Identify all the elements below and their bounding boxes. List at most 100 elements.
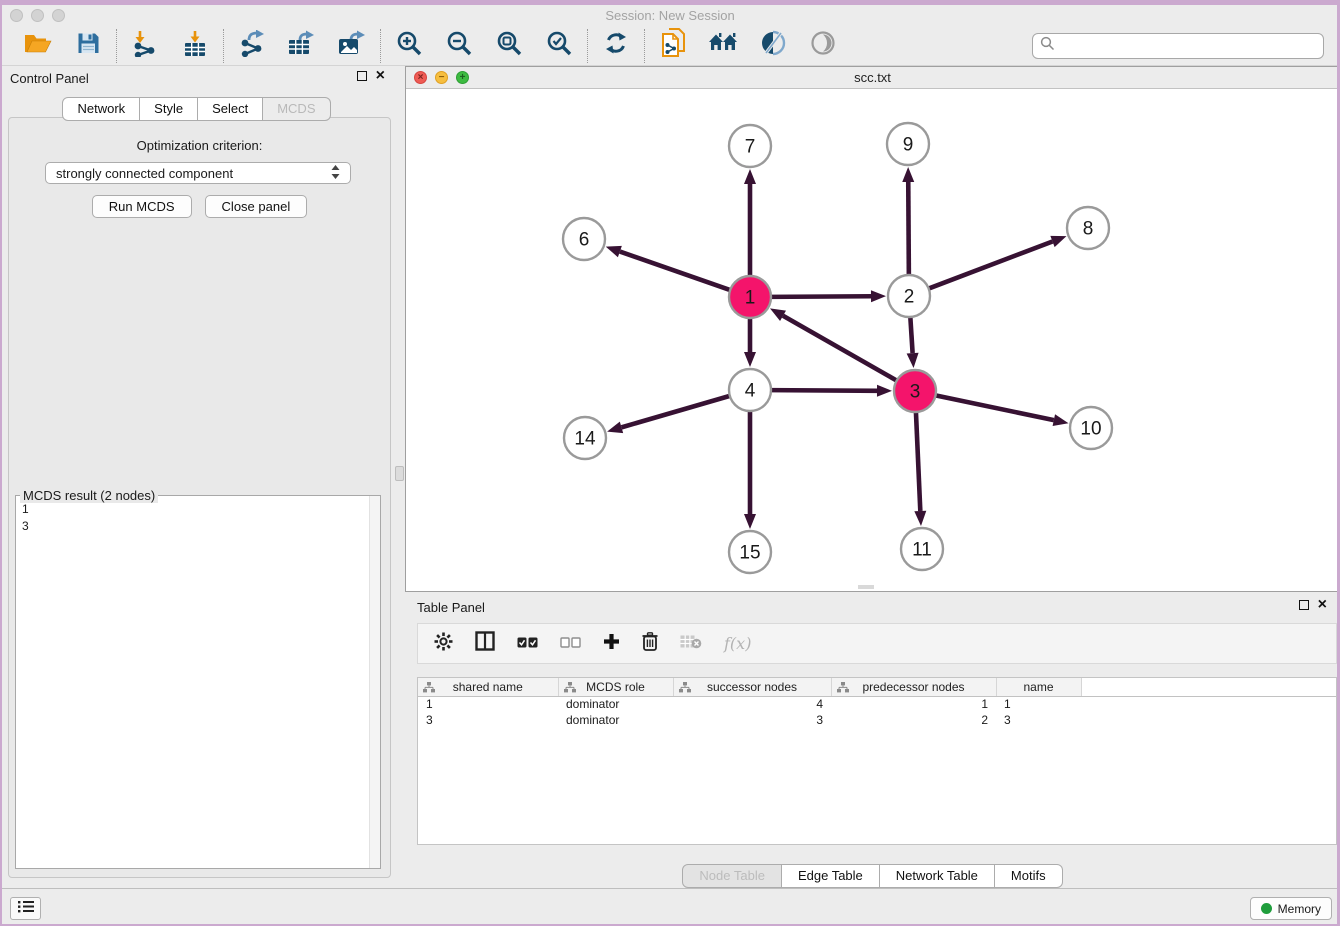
close-view-button[interactable]: × — [414, 71, 427, 84]
table-cell[interactable]: 4 — [673, 696, 831, 712]
tab-network-table[interactable]: Network Table — [880, 864, 995, 888]
table-row[interactable]: 1dominator411 — [418, 696, 1336, 712]
export-table-button[interactable] — [287, 31, 317, 61]
graph-edge-1-2[interactable] — [771, 296, 871, 297]
zoom-out-button[interactable] — [444, 31, 474, 61]
trash-icon — [642, 632, 658, 656]
graph-node-label: 3 — [910, 382, 921, 403]
canvas-scrollbar-nub[interactable] — [858, 585, 874, 589]
column-header-successor-nodes[interactable]: successor nodes — [673, 678, 831, 696]
control-panel: Control Panel × Network Style Select MCD… — [0, 66, 393, 888]
export-network-button[interactable] — [237, 31, 267, 61]
graph-node-label: 8 — [1083, 219, 1094, 240]
close-panel-icon[interactable]: × — [376, 71, 385, 81]
graph-edge-4-14[interactable] — [621, 396, 729, 428]
delete-table-button[interactable] — [680, 633, 702, 655]
table-cell[interactable]: dominator — [558, 696, 673, 712]
add-column-button[interactable] — [603, 633, 620, 655]
maximize-view-button[interactable]: + — [456, 71, 469, 84]
window-title: Session: New Session — [0, 5, 1340, 26]
float-panel-icon[interactable] — [1299, 600, 1309, 610]
tab-style[interactable]: Style — [140, 97, 198, 121]
zoom-fit-button[interactable] — [494, 31, 524, 61]
zoom-window-button[interactable] — [52, 9, 65, 22]
function-builder-button[interactable]: f(x) — [724, 633, 751, 655]
tab-network[interactable]: Network — [62, 97, 140, 121]
toggle-visibility-button[interactable] — [808, 31, 838, 61]
refresh-layout-button[interactable] — [601, 31, 631, 61]
deselect-all-columns-button[interactable] — [560, 633, 581, 655]
network-window-titlebar[interactable]: × − + scc.txt — [406, 67, 1339, 89]
graph-edge-2-8[interactable] — [929, 241, 1053, 288]
table-cell[interactable]: 1 — [996, 696, 1081, 712]
table-cell[interactable]: 3 — [673, 712, 831, 728]
hierarchy-icon — [564, 682, 576, 696]
minimize-window-button[interactable] — [31, 9, 44, 22]
save-session-button[interactable] — [73, 31, 103, 61]
zoom-selected-button[interactable] — [544, 31, 574, 61]
mcds-result-text[interactable]: 13 — [17, 497, 368, 867]
graph-node-label: 10 — [1080, 419, 1101, 440]
tab-select[interactable]: Select — [198, 97, 263, 121]
graph-edge-1-6[interactable] — [620, 252, 730, 291]
table-cell[interactable]: 3 — [418, 712, 558, 728]
table-cell[interactable]: 3 — [996, 712, 1081, 728]
close-panel-icon[interactable]: × — [1318, 600, 1327, 610]
task-history-button[interactable] — [10, 897, 41, 920]
close-panel-button[interactable]: Close panel — [205, 195, 308, 218]
toggle-style-button[interactable] — [758, 31, 788, 61]
graph-edge-3-10[interactable] — [936, 395, 1054, 420]
graph-edge-2-3[interactable] — [910, 317, 912, 353]
open-session-button[interactable] — [23, 31, 53, 61]
tab-edge-table[interactable]: Edge Table — [782, 864, 880, 888]
split-view-icon — [475, 631, 495, 656]
float-panel-icon[interactable] — [357, 71, 367, 81]
zoom-in-button[interactable] — [394, 31, 424, 61]
show-networks-home-button[interactable] — [708, 31, 738, 61]
minimize-view-button[interactable]: − — [435, 71, 448, 84]
import-table-button[interactable] — [180, 31, 210, 61]
tab-mcds[interactable]: MCDS — [263, 97, 330, 121]
table-row[interactable]: 3dominator323 — [418, 712, 1336, 728]
table-cell[interactable]: dominator — [558, 712, 673, 728]
export-image-button[interactable] — [337, 31, 367, 61]
tab-node-table[interactable]: Node Table — [682, 864, 782, 888]
main-toolbar — [0, 26, 1340, 66]
column-header-shared-name[interactable]: shared name — [418, 678, 558, 696]
close-window-button[interactable] — [10, 9, 23, 22]
import-network-icon — [132, 30, 158, 62]
column-header-label: MCDS role — [586, 680, 645, 694]
delete-column-button[interactable] — [642, 633, 658, 655]
memory-button[interactable]: Memory — [1250, 897, 1332, 920]
network-graph[interactable]: 7968124314101511 — [406, 89, 1339, 591]
edge-arrowhead — [770, 308, 786, 321]
graph-edge-3-11[interactable] — [916, 412, 920, 511]
result-scrollbar[interactable] — [369, 496, 380, 868]
graph-node-label: 2 — [904, 287, 915, 308]
add-column-icon — [603, 633, 620, 655]
table-settings-button[interactable] — [434, 633, 453, 655]
tab-motifs[interactable]: Motifs — [995, 864, 1063, 888]
criterion-dropdown[interactable]: strongly connected component — [45, 162, 351, 184]
edge-arrowhead — [877, 385, 892, 397]
table-cell[interactable]: 1 — [418, 696, 558, 712]
column-header-MCDS-role[interactable]: MCDS role — [558, 678, 673, 696]
column-header-name[interactable]: name — [996, 678, 1081, 696]
table-panel-header: Table Panel × — [405, 595, 1340, 621]
search-input[interactable] — [1060, 38, 1316, 53]
run-mcds-button[interactable]: Run MCDS — [92, 195, 192, 218]
import-network-button[interactable] — [130, 31, 160, 61]
graph-edge-2-9[interactable] — [908, 182, 909, 275]
graph-edge-4-3[interactable] — [771, 390, 877, 391]
table-cell[interactable]: 1 — [831, 696, 996, 712]
split-view-button[interactable] — [475, 633, 495, 655]
select-all-icon — [517, 635, 538, 653]
column-header-predecessor-nodes[interactable]: predecessor nodes — [831, 678, 996, 696]
table-cell[interactable]: 2 — [831, 712, 996, 728]
select-all-columns-button[interactable] — [517, 633, 538, 655]
panel-splitter-handle[interactable] — [395, 466, 404, 481]
open-network-window-button[interactable] — [658, 31, 688, 61]
graph-edge-3-1[interactable] — [783, 316, 897, 381]
search-field[interactable] — [1032, 33, 1324, 59]
edge-arrowhead — [744, 514, 756, 529]
